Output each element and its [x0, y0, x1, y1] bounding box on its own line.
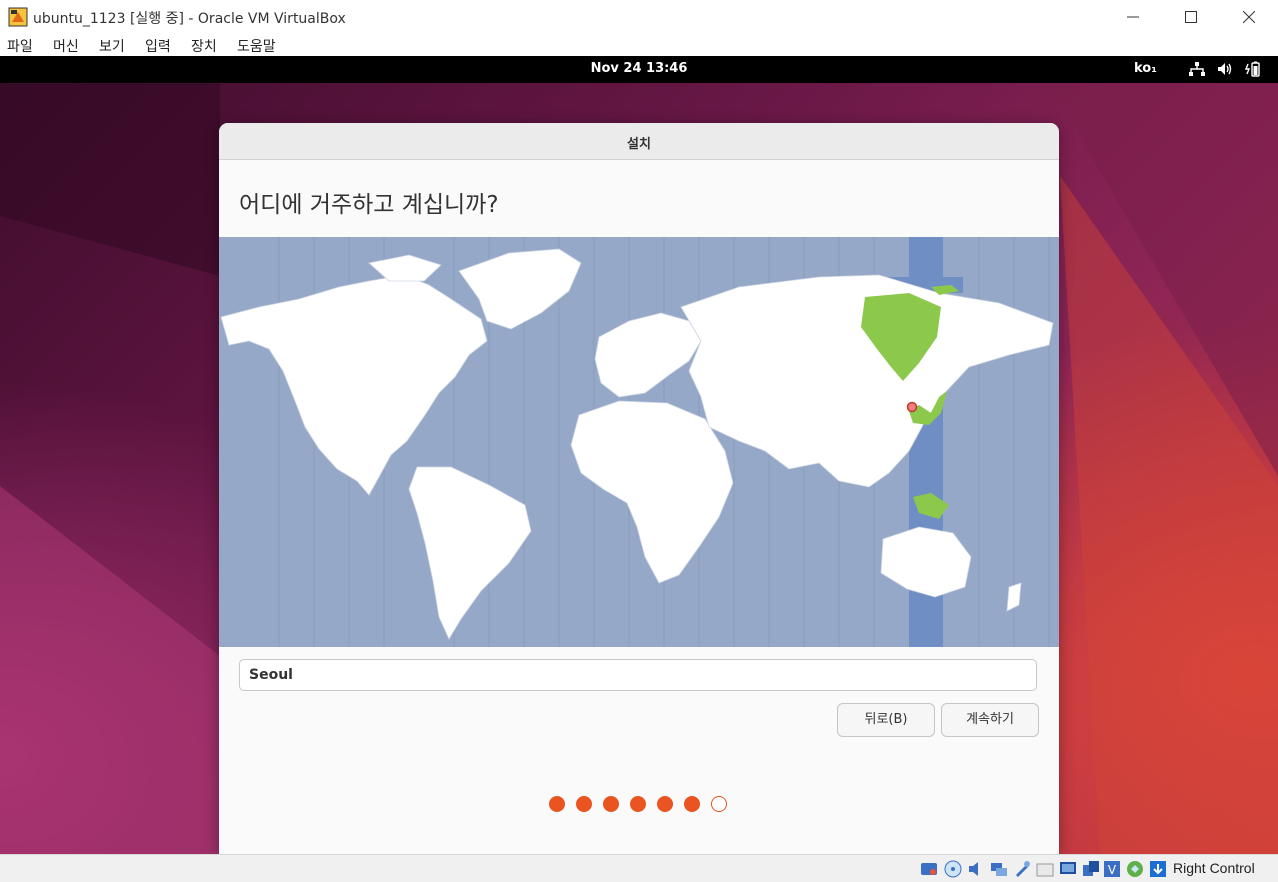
optical-drive-icon[interactable]: [944, 860, 962, 878]
menu-devices[interactable]: 장치: [191, 36, 217, 56]
minimize-button[interactable]: [1104, 0, 1162, 33]
dialog-title: 설치: [627, 137, 651, 152]
clock[interactable]: Nov 24 13:46: [0, 61, 1278, 76]
page-question: 어디에 거주하고 계십니까?: [239, 192, 499, 218]
shared-folder-icon[interactable]: [1036, 860, 1054, 878]
battery-icon[interactable]: [1244, 61, 1262, 77]
download-arrow-icon[interactable]: [1149, 860, 1167, 878]
volume-icon[interactable]: [1216, 61, 1234, 77]
menu-bar: 파일 머신 보기 입력 장치 도움말: [0, 33, 1278, 56]
menu-input[interactable]: 입력: [145, 36, 171, 56]
progress-dot-current: [711, 796, 727, 812]
guest-top-bar: Nov 24 13:46 ko₁: [0, 56, 1278, 83]
audio-icon[interactable]: [967, 860, 985, 878]
host-key-label: Right Control: [1173, 860, 1255, 876]
recording-icon[interactable]: [1082, 860, 1100, 878]
hard-disk-icon[interactable]: [920, 860, 938, 878]
progress-dot-complete: [684, 796, 700, 812]
progress-dot-complete: [603, 796, 619, 812]
window-titlebar: ubuntu_1123 [실행 중] - Oracle VM VirtualBo…: [0, 0, 1278, 33]
network-adapter-icon[interactable]: [990, 860, 1008, 878]
progress-dot-complete: [576, 796, 592, 812]
progress-dot-complete: [549, 796, 565, 812]
timezone-map[interactable]: [219, 237, 1059, 647]
progress-dot-complete: [657, 796, 673, 812]
continue-button[interactable]: 계속하기: [941, 703, 1039, 737]
installer-dialog: 설치 어디에 거주하고 계십니까? Seoul 뒤로(B) 계속하기: [219, 123, 1059, 854]
window-title: ubuntu_1123 [실행 중] - Oracle VM VirtualBo…: [33, 11, 346, 27]
guest-screen: Nov 24 13:46 ko₁ 설치 어디에 거주하고 계십니까? Seoul…: [0, 56, 1278, 854]
menu-file[interactable]: 파일: [7, 36, 33, 56]
maximize-button[interactable]: [1162, 0, 1220, 33]
status-bar: V Right Control: [0, 854, 1278, 882]
dialog-header: 설치: [219, 123, 1059, 160]
network-icon[interactable]: [1188, 61, 1206, 77]
location-pin-icon: [906, 401, 918, 413]
back-button[interactable]: 뒤로(B): [837, 703, 935, 737]
menu-view[interactable]: 보기: [99, 36, 125, 56]
minimize-icon: [1127, 16, 1139, 17]
progress-dot-complete: [630, 796, 646, 812]
close-button[interactable]: [1220, 0, 1278, 33]
svg-text:V: V: [1108, 863, 1117, 877]
menu-machine[interactable]: 머신: [53, 36, 79, 56]
virtualbox-app-icon: [8, 7, 28, 27]
keyboard-layout-indicator[interactable]: ko₁: [1134, 61, 1157, 76]
timezone-city-input[interactable]: [239, 659, 1037, 691]
usb-icon[interactable]: [1013, 860, 1031, 878]
close-icon: [1243, 10, 1255, 23]
mouse-integration-icon[interactable]: [1126, 860, 1144, 878]
maximize-icon: [1185, 10, 1197, 23]
display-icon[interactable]: [1059, 860, 1077, 878]
menu-help[interactable]: 도움말: [237, 36, 276, 56]
cpu-virtualization-icon[interactable]: V: [1103, 860, 1121, 878]
